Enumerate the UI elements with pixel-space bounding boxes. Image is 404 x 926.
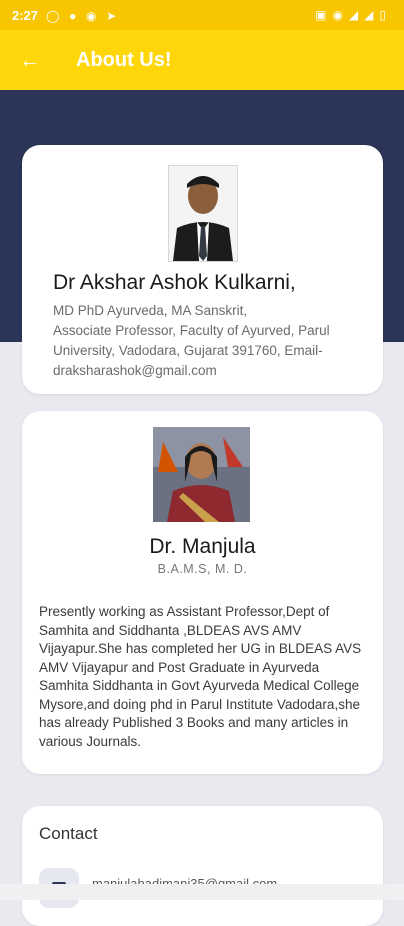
messenger-icon: ● bbox=[69, 8, 77, 23]
profile-card-manjula: Dr. Manjula B.A.M.S, M. D. Presently wor… bbox=[22, 411, 383, 774]
app-icon: ◉ bbox=[85, 8, 97, 23]
profile-card-kulkarni: Dr Akshar Ashok Kulkarni, MD PhD Ayurved… bbox=[22, 145, 383, 394]
profile-photo bbox=[168, 165, 238, 262]
status-bar: 2:27 ◯ ● ◉ ➤ ▣ ◉ ◢ ◢ ▯ bbox=[0, 0, 404, 30]
bottom-nav-edge bbox=[0, 884, 404, 900]
notification-icons: ◯ ● ◉ ➤ bbox=[46, 8, 122, 23]
battery-icon: ▯ bbox=[379, 8, 386, 22]
profile-details: MD PhD Ayurveda, MA Sanskrit, Associate … bbox=[53, 303, 330, 378]
contact-card: Contact manjulahadimani35@gmail.com bbox=[22, 806, 383, 926]
volte-icon: ▣ bbox=[315, 8, 327, 22]
person-icon bbox=[169, 166, 237, 261]
signal-icon: ◢ bbox=[364, 8, 374, 22]
profile-name: Dr Akshar Ashok Kulkarni, bbox=[53, 271, 296, 294]
profile-qualification: B.A.M.S, M. D. bbox=[157, 562, 248, 576]
telegram-icon: ➤ bbox=[106, 8, 117, 23]
status-time: 2:27 bbox=[12, 7, 39, 23]
arrow-left-icon[interactable]: ← bbox=[0, 30, 60, 90]
profile-name: Dr. Manjula bbox=[149, 535, 256, 558]
person-icon bbox=[153, 427, 250, 522]
signal-icon: ◢ bbox=[348, 8, 359, 22]
contact-title: Contact bbox=[39, 824, 98, 843]
system-icons: ▣ ◉ ◢ ◢ ▯ bbox=[315, 8, 392, 22]
page-title: About Us! bbox=[76, 48, 172, 71]
wifi-icon: ◉ bbox=[332, 8, 343, 22]
app-bar: ← About Us! bbox=[0, 30, 404, 90]
profile-photo bbox=[153, 427, 250, 522]
profile-bio: Presently working as Assistant Professor… bbox=[39, 604, 362, 749]
whatsapp-icon: ◯ bbox=[46, 8, 60, 23]
